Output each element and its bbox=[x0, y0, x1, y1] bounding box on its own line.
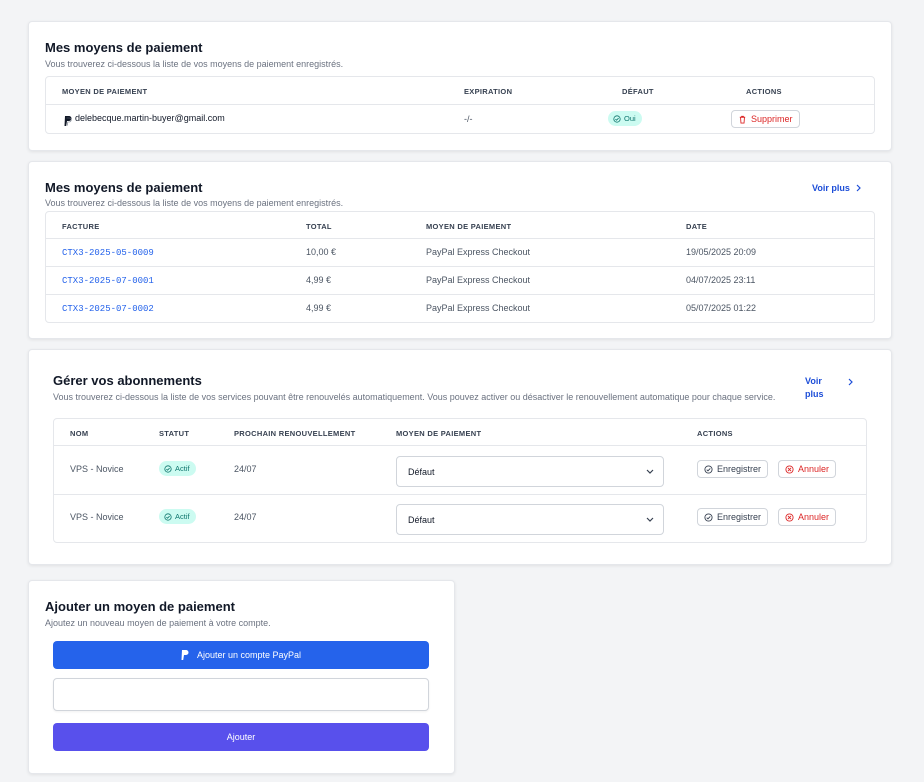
invoice-link[interactable]: CTX3-2025-07-0002 bbox=[62, 304, 154, 314]
chevron-right-icon bbox=[848, 378, 853, 386]
table-row: VPS - Novice Actif 24/07 Défaut Enregist… bbox=[54, 495, 866, 542]
col-default: DÉFAUT bbox=[622, 87, 654, 96]
add-payment-method-card: Ajouter un moyen de paiement Ajoutez un … bbox=[28, 580, 455, 774]
invoice-date: 05/07/2025 01:22 bbox=[686, 303, 757, 313]
trash-icon bbox=[739, 115, 746, 124]
default-badge-label: Oui bbox=[624, 114, 636, 123]
cancel-label: Annuler bbox=[798, 512, 830, 522]
add-method-title: Ajouter un moyen de paiement bbox=[45, 599, 235, 614]
subscriptions-table: NOM STATUT PROCHAIN RENOUVELLEMENT MOYEN… bbox=[53, 418, 867, 543]
select-value: Défaut bbox=[408, 466, 435, 477]
check-circle-icon bbox=[704, 512, 713, 522]
subscription-name: VPS - Novice bbox=[70, 464, 124, 474]
invoices-subtitle: Vous trouverez ci-dessous la liste de vo… bbox=[45, 198, 344, 208]
payment-method-select[interactable]: Défaut bbox=[396, 504, 664, 535]
check-circle-icon bbox=[164, 512, 172, 521]
payment-methods-card: Mes moyens de paiement Vous trouverez ci… bbox=[28, 21, 892, 151]
renewal-date: 24/07 bbox=[234, 464, 257, 474]
payment-methods-subtitle: Vous trouverez ci-dessous la liste de vo… bbox=[45, 59, 344, 69]
invoices-table: FACTURE TOTAL MOYEN DE PAIEMENT DATE CTX… bbox=[45, 211, 875, 323]
invoice-total: 10,00 € bbox=[306, 247, 337, 257]
subscriptions-card: Gérer vos abonnements Vous trouverez ci-… bbox=[28, 349, 892, 565]
subscriptions-subtitle: Vous trouverez ci-dessous la liste de vo… bbox=[53, 392, 776, 402]
table-row: CTX3-2025-07-0001 4,99 € PayPal Express … bbox=[46, 267, 874, 294]
check-circle-icon bbox=[164, 464, 172, 473]
check-circle-icon bbox=[613, 114, 621, 123]
payment-method-select[interactable]: Défaut bbox=[396, 456, 664, 487]
invoice-link[interactable]: CTX3-2025-05-0009 bbox=[62, 248, 154, 258]
default-badge: Oui bbox=[608, 111, 642, 126]
paypal-icon bbox=[64, 113, 72, 131]
table-row: CTX3-2025-07-0002 4,99 € PayPal Express … bbox=[46, 295, 874, 322]
subscriptions-see-more-link[interactable]: Voir plus bbox=[805, 376, 855, 404]
subscriptions-title: Gérer vos abonnements bbox=[53, 373, 202, 388]
col-payment-method: MOYEN DE PAIEMENT bbox=[396, 429, 482, 438]
payment-methods-table: MOYEN DE PAIEMENT EXPIRATION DÉFAUT ACTI… bbox=[45, 76, 875, 134]
renewal-date: 24/07 bbox=[234, 512, 257, 522]
subscription-name: VPS - Novice bbox=[70, 512, 124, 522]
add-paypal-label: Ajouter un compte PayPal bbox=[196, 650, 302, 660]
invoice-method: PayPal Express Checkout bbox=[426, 275, 531, 285]
col-actions: ACTIONS bbox=[697, 429, 733, 438]
add-paypal-button[interactable]: Ajouter un compte PayPal bbox=[53, 641, 429, 669]
save-button[interactable]: Enregistrer bbox=[697, 508, 769, 526]
table-row: delebecque.martin-buyer@gmail.com -/- Ou… bbox=[46, 105, 874, 133]
col-renewal: PROCHAIN RENOUVELLEMENT bbox=[234, 429, 356, 438]
add-submit-label: Ajouter bbox=[226, 732, 256, 742]
paypal-icon bbox=[181, 650, 189, 660]
col-expiration: EXPIRATION bbox=[464, 87, 513, 96]
see-more-label: Voir plus bbox=[812, 183, 850, 193]
cancel-button[interactable]: Annuler bbox=[778, 460, 837, 478]
col-status: STATUT bbox=[159, 429, 190, 438]
table-row: CTX3-2025-05-0009 10,00 € PayPal Express… bbox=[46, 239, 874, 266]
invoice-method: PayPal Express Checkout bbox=[426, 303, 531, 313]
chevron-down-icon bbox=[646, 469, 654, 474]
col-total: TOTAL bbox=[306, 222, 332, 231]
status-label: Actif bbox=[175, 464, 190, 473]
invoice-total: 4,99 € bbox=[306, 303, 332, 313]
table-row: VPS - Novice Actif 24/07 Défaut Enregist… bbox=[54, 446, 866, 494]
save-label: Enregistrer bbox=[717, 464, 762, 474]
chevron-right-icon bbox=[856, 184, 861, 192]
delete-payment-method-button[interactable]: Supprimer bbox=[731, 110, 800, 128]
invoice-date: 04/07/2025 23:11 bbox=[686, 275, 756, 285]
invoices-card: Mes moyens de paiement Vous trouverez ci… bbox=[28, 161, 892, 339]
delete-button-label: Supprimer bbox=[751, 114, 793, 124]
chevron-down-icon bbox=[646, 517, 654, 522]
col-invoice: FACTURE bbox=[62, 222, 100, 231]
invoice-method: PayPal Express Checkout bbox=[426, 247, 531, 257]
status-label: Actif bbox=[175, 512, 190, 521]
col-payment-method: MOYEN DE PAIEMENT bbox=[62, 87, 148, 96]
add-submit-button[interactable]: Ajouter bbox=[53, 723, 429, 751]
payment-method-email: delebecque.martin-buyer@gmail.com bbox=[75, 113, 225, 123]
payment-input-field[interactable] bbox=[53, 678, 429, 711]
invoices-see-more-link[interactable]: Voir plus bbox=[812, 183, 861, 193]
payment-method-expiration: -/- bbox=[464, 114, 473, 124]
save-label: Enregistrer bbox=[717, 512, 762, 522]
select-value: Défaut bbox=[408, 514, 435, 525]
x-circle-icon bbox=[785, 464, 794, 474]
invoice-date: 19/05/2025 20:09 bbox=[686, 247, 757, 257]
add-method-subtitle: Ajoutez un nouveau moyen de paiement à v… bbox=[45, 618, 271, 628]
invoices-title: Mes moyens de paiement bbox=[45, 180, 203, 195]
save-button[interactable]: Enregistrer bbox=[697, 460, 769, 478]
check-circle-icon bbox=[704, 464, 713, 474]
status-badge: Actif bbox=[159, 461, 196, 476]
col-name: NOM bbox=[70, 429, 89, 438]
payment-methods-title: Mes moyens de paiement bbox=[45, 40, 203, 55]
cancel-label: Annuler bbox=[798, 464, 830, 474]
col-date: DATE bbox=[686, 222, 708, 231]
see-more-label-line1: Voir bbox=[805, 376, 822, 386]
invoice-link[interactable]: CTX3-2025-07-0001 bbox=[62, 276, 154, 286]
col-payment-method: MOYEN DE PAIEMENT bbox=[426, 222, 512, 231]
col-actions: ACTIONS bbox=[746, 87, 782, 96]
x-circle-icon bbox=[785, 512, 794, 522]
invoice-total: 4,99 € bbox=[306, 275, 332, 285]
cancel-button[interactable]: Annuler bbox=[778, 508, 837, 526]
see-more-label-line2: plus bbox=[805, 389, 824, 399]
status-badge: Actif bbox=[159, 509, 196, 524]
